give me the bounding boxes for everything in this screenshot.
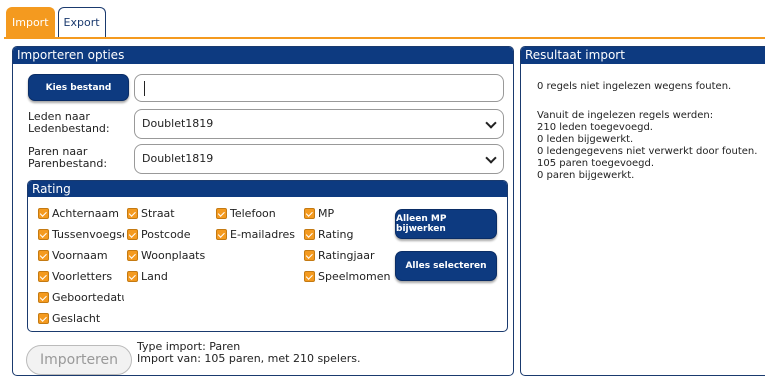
- leden-bestand-value: Doublet1819: [142, 117, 214, 130]
- tab-bar: Import Export: [6, 7, 109, 37]
- result-line: 210 leden toegevoegd.: [537, 122, 653, 133]
- checkbox-icon: [304, 271, 315, 282]
- checkbox-icon: [216, 208, 227, 219]
- checkbox-label: Woonplaats: [141, 249, 206, 262]
- checkbox-icon: [38, 229, 49, 240]
- checkbox-label: Straat: [141, 207, 175, 220]
- checkbox-label: Speelmomenten: [318, 270, 390, 283]
- result-line: 0 paren bijgewerkt.: [537, 170, 635, 181]
- chevron-down-icon: [485, 152, 497, 164]
- checkbox-icon: [127, 250, 138, 261]
- import-summary-text: Import van: 105 paren, met 210 spelers.: [137, 352, 361, 365]
- checkbox-label: Tussenvoegsel: [52, 228, 124, 241]
- checkbox-land[interactable]: Land: [127, 270, 168, 283]
- checkbox-label: Ratingjaar: [318, 249, 375, 262]
- result-line: Vanuit de ingelezen regels werden:: [537, 110, 714, 121]
- checkbox-icon: [127, 208, 138, 219]
- leden-label-line2: Ledenbestand:: [28, 122, 110, 135]
- checkbox-telefoon[interactable]: Telefoon: [216, 207, 276, 220]
- options-panel-title: Importeren opties: [13, 47, 513, 64]
- result-panel: Resultaat import: [520, 46, 765, 376]
- checkbox-label: Voorletters: [52, 270, 113, 283]
- checkbox-icon: [127, 229, 138, 240]
- checkbox-icon: [304, 250, 315, 261]
- choose-file-button[interactable]: Kies bestand: [28, 74, 129, 101]
- checkbox-postcode[interactable]: Postcode: [127, 228, 191, 241]
- checkbox-e-mailadres[interactable]: E-mailadres: [216, 228, 295, 241]
- checkbox-mp[interactable]: MP: [304, 207, 334, 220]
- checkbox-icon: [38, 313, 49, 324]
- result-line: 0 leden bijgewerkt.: [537, 134, 634, 145]
- checkbox-voornaam[interactable]: Voornaam: [38, 249, 122, 262]
- checkbox-icon: [216, 229, 227, 240]
- checkbox-label: Telefoon: [230, 207, 276, 220]
- checkbox-label: MP: [318, 207, 335, 220]
- tab-import[interactable]: Import: [6, 7, 55, 37]
- tab-underline: [4, 37, 765, 39]
- leden-bestand-select[interactable]: Doublet1819: [134, 109, 504, 139]
- checkbox-geboortedatum[interactable]: Geboortedatum: [38, 291, 124, 304]
- checkbox-label: Rating: [318, 228, 354, 241]
- chevron-down-icon: [485, 117, 497, 129]
- tab-export[interactable]: Export: [57, 7, 106, 37]
- checkbox-tussenvoegsel[interactable]: Tussenvoegsel: [38, 228, 124, 241]
- rating-panel-title: Rating: [28, 181, 507, 197]
- paren-bestand-value: Doublet1819: [142, 152, 214, 165]
- checkbox-label: Postcode: [141, 228, 191, 241]
- checkbox-straat[interactable]: Straat: [127, 207, 175, 220]
- checkbox-label: Voornaam: [52, 249, 108, 262]
- checkbox-icon: [38, 271, 49, 282]
- checkbox-woonplaats[interactable]: Woonplaats: [127, 249, 205, 262]
- checkbox-achternaam[interactable]: Achternaam: [38, 207, 122, 220]
- checkbox-icon: [38, 292, 49, 303]
- result-errors-line: 0 regels niet ingelezen wegens fouten.: [537, 81, 732, 92]
- paren-label-line2: Parenbestand:: [28, 157, 108, 170]
- checkbox-rating[interactable]: Rating: [304, 228, 353, 241]
- result-line: 105 paren toegevoegd.: [537, 158, 655, 169]
- checkbox-icon: [38, 250, 49, 261]
- checkbox-icon: [304, 208, 315, 219]
- checkbox-icon: [38, 208, 49, 219]
- paren-bestand-select[interactable]: Doublet1819: [134, 144, 504, 174]
- checkbox-label: Geslacht: [52, 312, 101, 325]
- checkbox-icon: [127, 271, 138, 282]
- import-button[interactable]: Importeren: [26, 345, 132, 375]
- select-all-button[interactable]: Alles selecteren: [395, 251, 497, 281]
- checkbox-geslacht[interactable]: Geslacht: [38, 312, 122, 325]
- checkbox-label: Achternaam: [52, 207, 119, 220]
- checkbox-speelmomenten[interactable]: Speelmomenten: [304, 270, 390, 283]
- checkbox-ratingjaar[interactable]: Ratingjaar: [304, 249, 375, 262]
- checkbox-label: Land: [141, 270, 168, 283]
- checkbox-label: Geboortedatum: [52, 291, 124, 304]
- checkbox-voorletters[interactable]: Voorletters: [38, 270, 122, 283]
- result-line: 0 ledengegevens niet verwerkt door foute…: [537, 146, 758, 157]
- checkbox-icon: [304, 229, 315, 240]
- result-panel-title: Resultaat import: [521, 47, 765, 64]
- mp-only-update-button[interactable]: Alleen MP bijwerken: [395, 209, 497, 239]
- file-name-input[interactable]: [134, 74, 504, 102]
- checkbox-label: E-mailadres: [230, 228, 295, 241]
- text-caret: [144, 81, 145, 96]
